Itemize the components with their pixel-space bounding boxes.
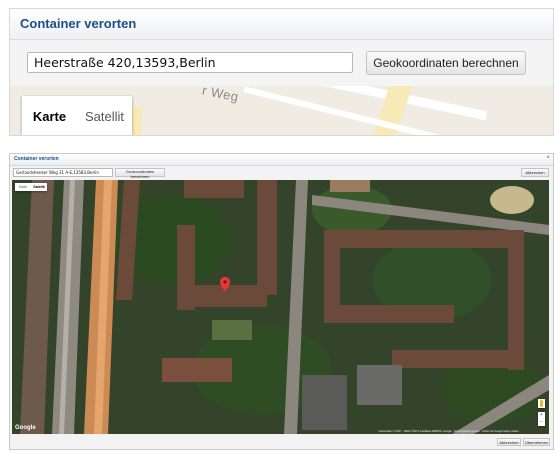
- apply-button[interactable]: Übernehmen: [523, 438, 550, 446]
- map-preview[interactable]: r Weg Karte Satellit: [10, 86, 553, 135]
- google-logo: Google: [15, 425, 36, 431]
- dialog-title: Container verorten: [20, 16, 137, 31]
- map-type-control: Karte Satellit: [15, 183, 47, 191]
- map-type-satellit[interactable]: Satellit: [31, 183, 47, 191]
- dialog-footer: Abbrechen Übernehmen: [10, 435, 553, 449]
- container-locate-dialog: Container verorten × Geokoordinaten bere…: [9, 153, 554, 450]
- zoom-out-button[interactable]: −: [538, 419, 545, 426]
- address-input[interactable]: [27, 52, 353, 73]
- cancel-button[interactable]: Abbrechen: [497, 438, 521, 446]
- zoom-in-button[interactable]: +: [538, 412, 545, 419]
- cancel-button[interactable]: Abbrechen: [521, 168, 549, 177]
- close-icon[interactable]: ×: [546, 155, 550, 161]
- zoom-control: + −: [538, 412, 545, 426]
- address-toolbar: Geokoordinaten berechnen: [10, 40, 553, 86]
- dialog-header: Container verorten ×: [10, 154, 553, 166]
- map-type-satellit[interactable]: Satellit: [77, 96, 132, 135]
- map-attribution[interactable]: Kartendaten © 2017 · Bilder ©2017 GeoBas…: [378, 430, 519, 433]
- satellite-map[interactable]: Karte Satellit + − Google Kartendaten © …: [12, 180, 549, 434]
- street-label: r Weg: [200, 86, 241, 105]
- address-input[interactable]: [13, 168, 113, 177]
- address-toolbar: Geokoordinaten berechnen Abbrechen: [10, 166, 553, 179]
- street-view-pegman-icon[interactable]: [538, 399, 545, 408]
- location-marker-icon[interactable]: [12, 180, 549, 434]
- geocode-button[interactable]: Geokoordinaten berechnen: [115, 168, 165, 179]
- geocode-button[interactable]: Geokoordinaten berechnen: [366, 51, 526, 75]
- map-type-karte[interactable]: Karte: [22, 96, 77, 135]
- zoomed-dialog-panel: Container verorten Geokoordinaten berech…: [9, 8, 554, 136]
- dialog-header: Container verorten: [10, 9, 553, 40]
- map-type-karte[interactable]: Karte: [15, 183, 31, 191]
- map-type-control: Karte Satellit: [22, 96, 132, 135]
- dialog-title: Container verorten: [14, 156, 59, 162]
